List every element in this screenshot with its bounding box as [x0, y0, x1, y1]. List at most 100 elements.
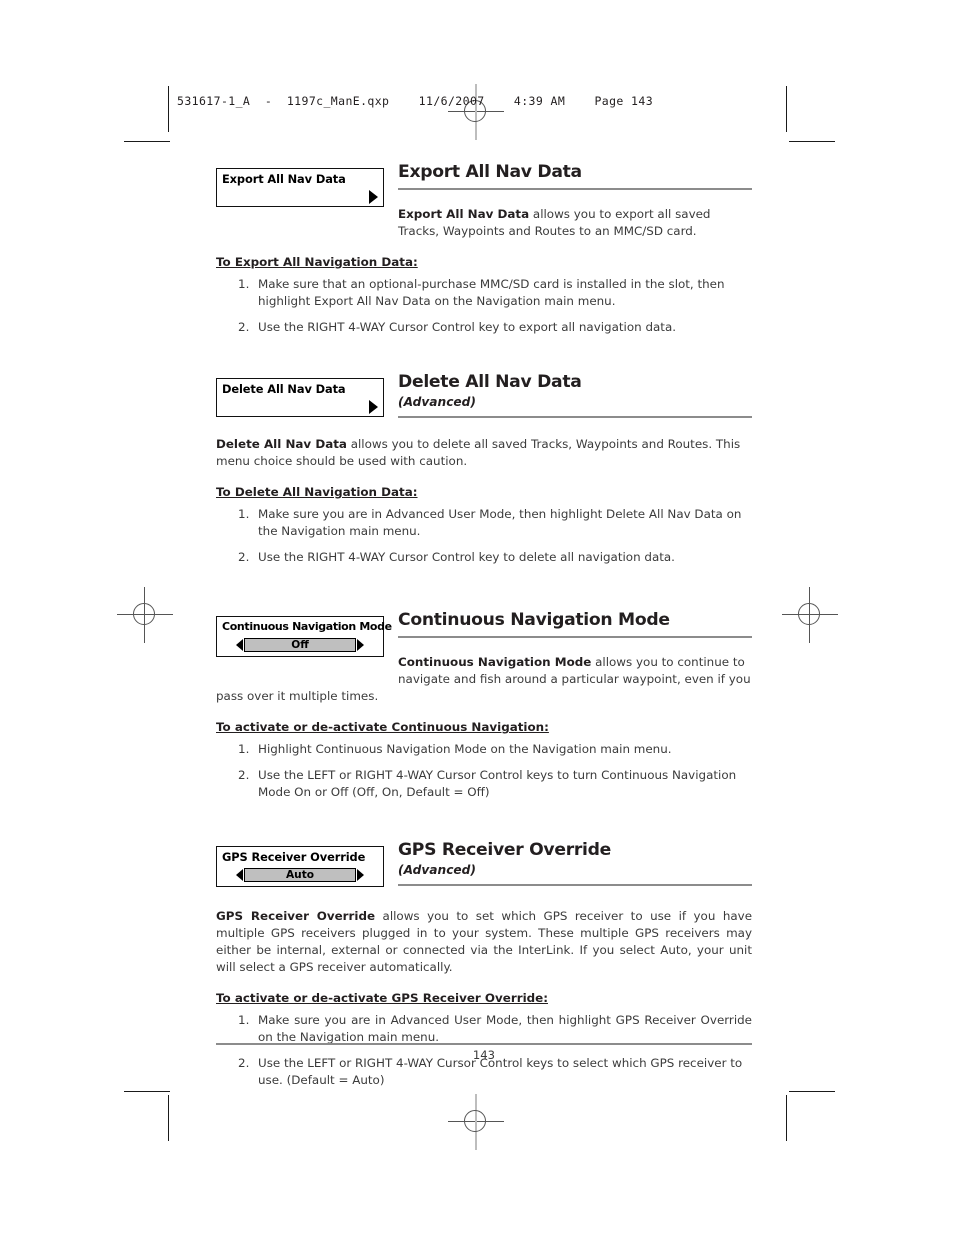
triangle-left-icon[interactable] [236, 868, 243, 881]
step-item: 1. Make sure you are in Advanced User Mod… [216, 506, 752, 540]
menu-widget-slider[interactable]: Auto [217, 865, 383, 886]
crop-mark-top-left-horizontal [124, 141, 170, 142]
section-heading-block: Export All Nav Data [398, 160, 752, 183]
triangle-left-icon[interactable] [236, 638, 243, 651]
section-heading-block: GPS Receiver Override (Advanced) [398, 838, 752, 878]
step-number: 1. [238, 1013, 250, 1027]
registration-mark-left [117, 587, 173, 643]
page-number: 143 [472, 1048, 496, 1062]
header-rule-right [786, 86, 787, 126]
triangle-right-icon[interactable] [357, 638, 364, 651]
section-description: Export All Nav Data allows you to export… [216, 206, 752, 240]
menu-widget-gps-receiver-override[interactable]: GPS Receiver Override Auto [216, 846, 384, 887]
menu-widget-arrow-row [217, 187, 383, 206]
section-description-term: Delete All Nav Data [216, 437, 347, 451]
section-subtitle: (Advanced) [398, 395, 476, 409]
menu-widget-delete-all-nav-data[interactable]: Delete All Nav Data [216, 378, 384, 417]
section-description: GPS Receiver Override allows you to set … [216, 908, 752, 976]
section-title: Delete All Nav Data [398, 372, 582, 392]
step-item: 2. Use the RIGHT 4-WAY Cursor Control key… [216, 549, 752, 566]
section-description-term: Continuous Navigation Mode [398, 655, 592, 669]
step-item: 1. Highlight Continuous Navigation Mode o… [216, 741, 752, 758]
registration-mark-circle [798, 603, 820, 625]
menu-widget-arrow-row [217, 397, 383, 416]
registration-mark-bottom [448, 1094, 504, 1150]
steps-list: 1. Highlight Continuous Navigation Mode o… [216, 741, 752, 800]
menu-widget-label: Delete All Nav Data [222, 382, 346, 396]
step-text: Make sure you are in Advanced User Mode,… [258, 1013, 752, 1044]
crop-mark-bottom-left-horizontal [124, 1091, 170, 1092]
steps-list: 1. Make sure that an optional-purchase MM… [216, 276, 752, 336]
step-text: Highlight Continuous Navigation Mode on … [258, 742, 672, 756]
triangle-right-icon[interactable] [357, 868, 364, 881]
slider-value: Off [291, 638, 309, 651]
registration-mark-circle [133, 603, 155, 625]
section-title-rule [398, 188, 752, 190]
section-header-row: Continuous Navigation Mode Off Continuou… [216, 608, 752, 657]
section-header-row: Delete All Nav Data Delete All Nav Data … [216, 370, 752, 430]
widget-text-wrap-spacer [216, 654, 398, 675]
section-description-term: GPS Receiver Override [216, 909, 376, 923]
step-item: 1. Make sure that an optional-purchase MM… [216, 276, 752, 310]
registration-mark-right [782, 587, 838, 643]
step-number: 2. [238, 550, 250, 564]
step-text: Make sure that an optional-purchase MMC/… [258, 277, 725, 308]
section-title-rule [398, 884, 752, 886]
section-description-term: Export All Nav Data [398, 207, 530, 221]
step-text: Make sure you are in Advanced User Mode,… [258, 507, 742, 538]
section-title-rule [398, 636, 752, 638]
section-export-all-nav-data: Export All Nav Data Export All Nav Data … [216, 160, 752, 336]
registration-mark-circle [464, 1110, 486, 1132]
section-description: Delete All Nav Data allows you to delete… [216, 436, 752, 470]
crop-mark-bottom-right-vertical [786, 1095, 787, 1141]
step-number: 1. [238, 742, 250, 756]
triangle-right-icon[interactable] [369, 400, 378, 414]
section-continuous-navigation-mode: Continuous Navigation Mode Off Continuou… [216, 608, 752, 800]
crop-mark-bottom-left-vertical [168, 1095, 169, 1141]
step-item: 2. Use the RIGHT 4-WAY Cursor Control key… [216, 319, 752, 336]
triangle-right-icon[interactable] [369, 190, 378, 204]
section-title: Continuous Navigation Mode [398, 610, 670, 630]
slider-value: Auto [285, 868, 315, 881]
howto-heading: To Export All Navigation Data: [216, 255, 418, 269]
step-number: 2. [238, 320, 250, 334]
step-item: 2. Use the LEFT or RIGHT 4-WAY Cursor Con… [216, 767, 752, 800]
footer-rule [216, 1043, 752, 1045]
section-subtitle: (Advanced) [398, 863, 476, 877]
section-title-rule [398, 416, 752, 418]
steps-list: 1. Make sure you are in Advanced User Mod… [216, 506, 752, 566]
step-text: Use the LEFT or RIGHT 4-WAY Cursor Contr… [258, 768, 737, 799]
howto-heading: To activate or de-activate Continuous Na… [216, 720, 549, 734]
section-description: Continuous Navigation Mode allows you to… [216, 654, 752, 705]
prepress-filestamp: 531617-1_A - 1197c_ManE.qxp 11/6/2007 4:… [177, 94, 654, 108]
step-text: Use the RIGHT 4-WAY Cursor Control key t… [258, 320, 677, 334]
step-text: Use the RIGHT 4-WAY Cursor Control key t… [258, 550, 675, 564]
step-number: 1. [238, 277, 250, 291]
step-item: 1. Make sure you are in Advanced User Mod… [216, 1012, 752, 1046]
menu-widget-slider[interactable]: Off [217, 635, 383, 656]
section-title: GPS Receiver Override [398, 840, 611, 860]
crop-mark-bottom-right-horizontal [789, 1091, 835, 1092]
menu-widget-label: Export All Nav Data [222, 172, 346, 186]
step-number: 2. [238, 768, 250, 782]
section-heading-block: Delete All Nav Data (Advanced) [398, 370, 752, 410]
registration-mark-top [448, 84, 504, 140]
widget-text-wrap-spacer [216, 206, 398, 227]
section-title: Export All Nav Data [398, 162, 582, 182]
slider-track[interactable]: Auto [244, 867, 356, 882]
menu-widget-export-all-nav-data[interactable]: Export All Nav Data [216, 168, 384, 207]
menu-widget-label: Continuous Navigation Mode [222, 620, 392, 633]
section-header-row: Export All Nav Data Export All Nav Data [216, 160, 752, 207]
page-content: Export All Nav Data Export All Nav Data … [216, 160, 752, 1097]
section-heading-block: Continuous Navigation Mode [398, 608, 752, 631]
menu-widget-continuous-navigation-mode[interactable]: Continuous Navigation Mode Off [216, 616, 392, 657]
slider-track[interactable]: Off [244, 637, 356, 652]
menu-widget-label: GPS Receiver Override [222, 850, 366, 864]
section-header-row: GPS Receiver Override Auto GPS Receiver … [216, 838, 752, 900]
howto-heading: To Delete All Navigation Data: [216, 485, 418, 499]
crop-mark-top-right-horizontal [789, 141, 835, 142]
header-rule-left [168, 86, 169, 126]
step-number: 1. [238, 507, 250, 521]
howto-heading: To activate or de-activate GPS Receiver … [216, 991, 548, 1005]
section-delete-all-nav-data: Delete All Nav Data Delete All Nav Data … [216, 370, 752, 566]
